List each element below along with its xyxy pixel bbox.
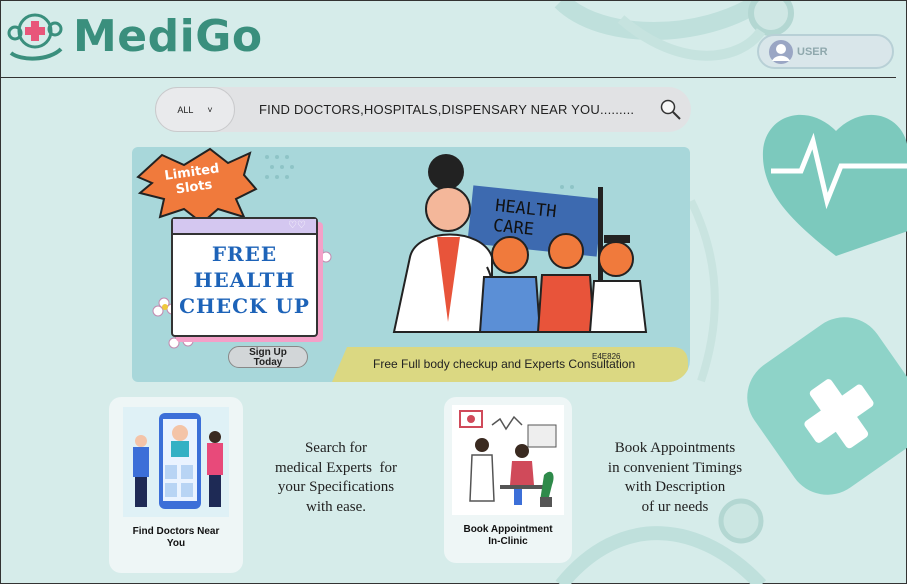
find-doctors-card[interactable]: Find Doctors Near You: [109, 397, 243, 573]
find-doctors-illustration: [123, 407, 229, 517]
app-logo[interactable]: MediGo: [5, 9, 263, 63]
chevron-down-icon: ˅: [207, 104, 213, 115]
user-account-button[interactable]: USER: [757, 34, 894, 69]
book-appointment-illustration: [452, 405, 564, 515]
search-input[interactable]: [235, 102, 651, 117]
find-doctors-description: Search for medical Experts for your Spec…: [274, 440, 398, 515]
limited-slots-text: Limited Slots: [163, 161, 221, 198]
app-title: MediGo: [73, 10, 263, 62]
health-care-flag-text: HEALTH CARE: [492, 195, 558, 240]
health-checkup-banner[interactable]: Limited Slots ♡♡ FREE HEALTH CHECK UP HE…: [132, 147, 690, 382]
free-health-checkup-title: FREE HEALTH CHECK UP: [179, 242, 310, 318]
book-appointment-label: Book Appointment In-Clinic: [463, 524, 553, 547]
category-dropdown[interactable]: ALL ˅: [155, 87, 235, 132]
search-button[interactable]: [651, 90, 691, 130]
user-label: USER: [797, 45, 828, 58]
free-checkup-card: ♡♡ FREE HEALTH CHECK UP: [171, 217, 318, 337]
book-appointment-description: Book Appointments in convenient Timings …: [607, 440, 743, 515]
medigo-logo-icon: [7, 13, 63, 61]
card-title-bar: ♡♡: [173, 219, 316, 235]
search-bar: ALL ˅: [155, 87, 691, 132]
banner-caption: Free Full body checkup and Experts Consu…: [373, 357, 636, 371]
category-selected: ALL: [177, 104, 194, 115]
book-appointment-card[interactable]: Book Appointment In-Clinic: [444, 397, 572, 563]
find-doctors-label: Find Doctors Near You: [132, 526, 220, 549]
user-avatar-icon: [769, 40, 793, 64]
search-icon: [660, 99, 681, 120]
sign-up-button[interactable]: Sign Up Today: [228, 346, 308, 368]
header-divider: [1, 77, 896, 78]
heart-icon: ♡♡: [288, 220, 306, 231]
